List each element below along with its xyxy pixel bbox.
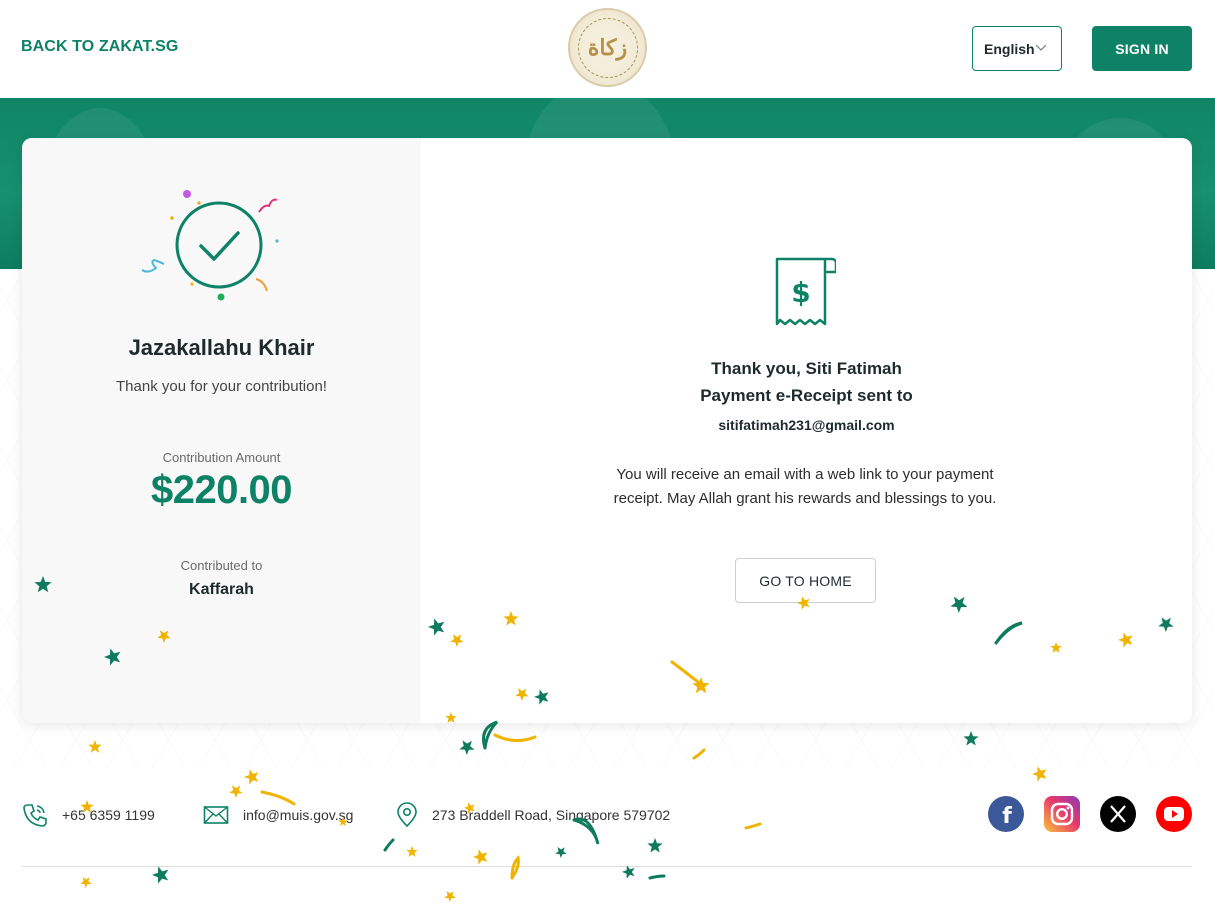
confetti-streamer bbox=[744, 822, 762, 830]
thank-you-name: Thank you, Siti Fatimah bbox=[711, 359, 902, 378]
thanks-heading: Jazakallahu Khair bbox=[128, 335, 315, 360]
receipt-info: You will receive an email with a web lin… bbox=[613, 466, 997, 507]
confetti-star bbox=[80, 877, 92, 888]
footer-email-text: info@muis.gov.sg bbox=[243, 807, 354, 823]
phone-icon bbox=[23, 804, 47, 827]
svg-text:f: f bbox=[1002, 804, 1012, 829]
receipt-email: sitifatimah231@gmail.com bbox=[718, 417, 895, 433]
x-icon[interactable] bbox=[1100, 796, 1136, 832]
confetti-star bbox=[622, 865, 635, 879]
sign-in-button[interactable]: SIGN IN bbox=[1092, 26, 1192, 71]
footer-divider bbox=[22, 866, 1192, 867]
logo-seal: زكاة bbox=[577, 17, 638, 78]
confetti-star bbox=[473, 849, 488, 865]
summary-panel: Jazakallahu Khair Thank you for your con… bbox=[22, 138, 421, 723]
confetti-star bbox=[152, 866, 169, 884]
footer-phone-text: +65 6359 1199 bbox=[62, 807, 155, 823]
confetti-star bbox=[244, 769, 259, 785]
logo-glyph: زكاة bbox=[587, 34, 628, 61]
confetti-star bbox=[406, 846, 418, 857]
back-to-zakat-link[interactable]: BACK TO ZAKAT.SG bbox=[21, 38, 178, 56]
chevron-down-icon bbox=[1035, 44, 1047, 51]
receipt-sent-label: Payment e-Receipt sent to bbox=[700, 386, 913, 405]
amount-value: $220.00 bbox=[150, 468, 293, 512]
facebook-icon[interactable]: f bbox=[988, 796, 1024, 832]
instagram-icon[interactable] bbox=[1044, 796, 1080, 832]
top-header: BACK TO ZAKAT.SG زكاة English SIGN IN bbox=[0, 0, 1215, 98]
footer-phone[interactable]: +65 6359 1199 bbox=[22, 800, 155, 830]
go-to-home-button[interactable]: GO TO HOME bbox=[735, 558, 876, 603]
confetti-streamer bbox=[648, 874, 666, 880]
language-select[interactable]: English bbox=[972, 26, 1062, 71]
confetti-star bbox=[647, 838, 663, 853]
mail-icon bbox=[203, 806, 229, 824]
confetti-streamer bbox=[510, 855, 520, 880]
confirmation-card: Jazakallahu Khair Thank you for your con… bbox=[22, 138, 1192, 723]
confetti-star bbox=[444, 891, 456, 902]
contributed-value: Kaffarah bbox=[189, 581, 254, 598]
thanks-subtitle: Thank you for your contribution! bbox=[116, 378, 327, 395]
language-value: English bbox=[984, 40, 1035, 57]
contributed-label: Contributed to bbox=[180, 558, 263, 573]
confetti-star bbox=[229, 785, 243, 798]
receipt-icon: $ bbox=[775, 257, 836, 326]
footer-email[interactable]: info@muis.gov.sg bbox=[203, 800, 353, 830]
location-pin-icon bbox=[397, 802, 417, 828]
confetti-streamer bbox=[383, 838, 395, 852]
zakat-logo[interactable]: زكاة bbox=[568, 8, 647, 87]
youtube-icon[interactable] bbox=[1156, 796, 1192, 832]
svg-text:$: $ bbox=[791, 276, 810, 309]
amount-label: Contribution Amount bbox=[162, 450, 281, 465]
footer-address[interactable]: 273 Braddell Road, Singapore 579702 bbox=[396, 800, 670, 830]
footer-address-text: 273 Braddell Road, Singapore 579702 bbox=[432, 807, 671, 823]
confetti-star bbox=[555, 847, 567, 858]
success-check-icon bbox=[141, 190, 279, 301]
